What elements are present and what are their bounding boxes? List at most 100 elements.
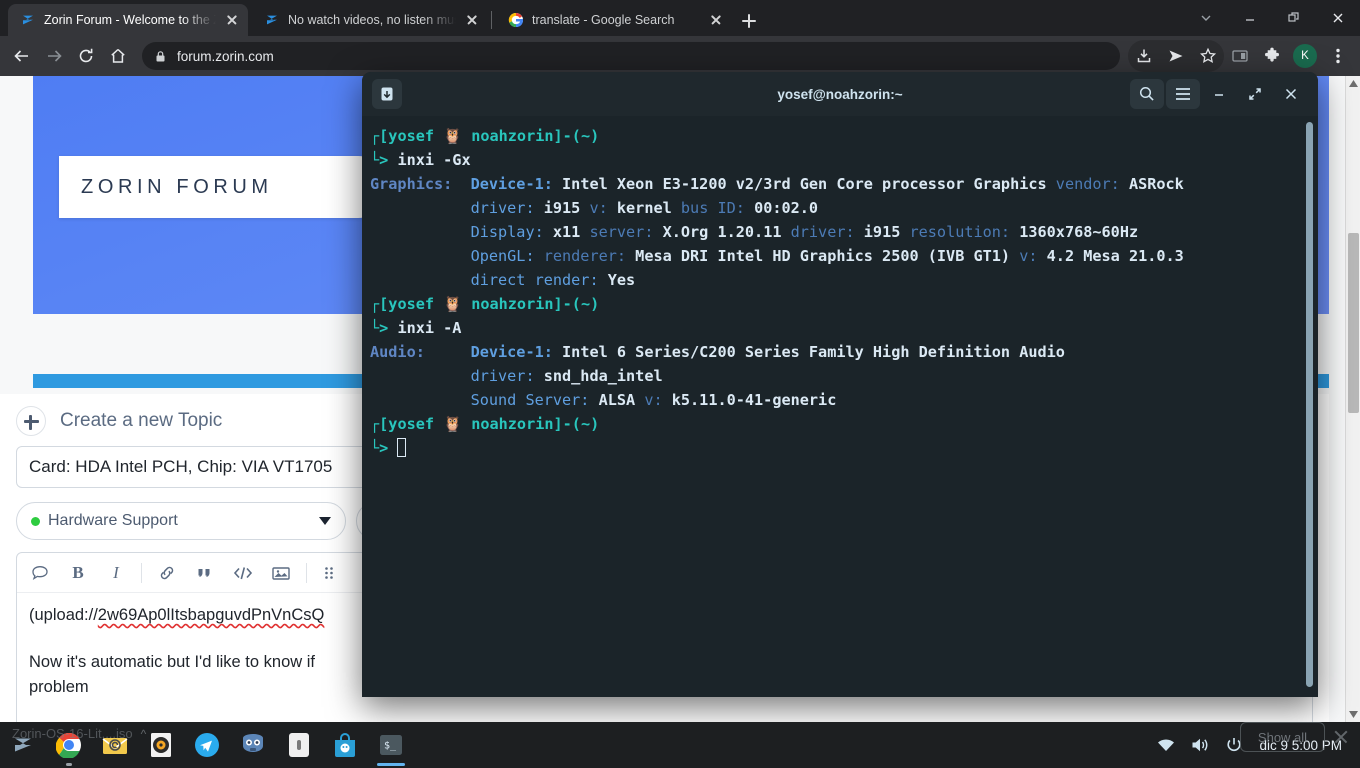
download-filename: Zorin-OS-16-Lit....iso bbox=[12, 726, 133, 741]
terminal-scrollbar[interactable] bbox=[1306, 122, 1313, 687]
terminal-output-line: OpenGL: renderer: Mesa DRI Intel HD Grap… bbox=[370, 247, 1184, 265]
close-icon[interactable] bbox=[708, 12, 724, 28]
share-icon[interactable] bbox=[1160, 40, 1192, 72]
terminal-cursor-line: └> bbox=[370, 436, 1318, 460]
telegram-icon[interactable] bbox=[184, 722, 230, 768]
terminal-output-line: driver: snd_hda_intel bbox=[370, 367, 663, 385]
bold-icon[interactable]: B bbox=[61, 558, 95, 588]
chat-icon[interactable] bbox=[23, 558, 57, 588]
plus-icon bbox=[16, 406, 46, 436]
page-title: ZORIN FORUM bbox=[81, 175, 273, 198]
cast-icon[interactable] bbox=[1224, 40, 1256, 72]
toolbar-divider bbox=[141, 562, 142, 583]
code-icon[interactable] bbox=[226, 558, 260, 588]
terminal-output-line: Graphics: Device-1: Intel Xeon E3-1200 v… bbox=[370, 175, 1184, 193]
url-text: forum.zorin.com bbox=[177, 48, 274, 64]
address-bar[interactable]: forum.zorin.com bbox=[142, 42, 1120, 70]
browser-toolbar: forum.zorin.com K bbox=[0, 36, 1360, 76]
new-tab-button[interactable] bbox=[736, 8, 762, 34]
tab-zorin-forum[interactable]: Zorin Forum - Welcome to the Zorin Forum bbox=[8, 4, 248, 36]
back-icon[interactable] bbox=[6, 40, 38, 72]
wifi-icon[interactable] bbox=[1151, 722, 1181, 768]
profile-avatar[interactable]: K bbox=[1293, 44, 1317, 68]
terminal-output[interactable]: ┌[yosef 🦉 noahzorin]-(~) └> inxi -Gx Graph… bbox=[362, 116, 1318, 697]
terminal-window-buttons bbox=[1130, 79, 1308, 109]
zorin-icon bbox=[20, 12, 36, 28]
download-item[interactable]: Zorin-OS-16-Lit....iso ^ bbox=[12, 726, 146, 741]
window-controls bbox=[1184, 0, 1360, 36]
tab-translate-google-search[interactable]: translate - Google Search bbox=[496, 4, 732, 36]
reload-icon[interactable] bbox=[70, 40, 102, 72]
terminal-output-line: Audio: Device-1: Intel 6 Series/C200 Ser… bbox=[370, 343, 1065, 361]
quote-icon[interactable] bbox=[188, 558, 222, 588]
italic-icon[interactable]: I bbox=[99, 558, 133, 588]
active-indicator bbox=[66, 763, 72, 766]
chevron-down-icon bbox=[319, 517, 331, 525]
toolbar-action-group bbox=[1128, 40, 1224, 72]
chevron-up-icon[interactable]: ^ bbox=[141, 727, 147, 741]
close-icon[interactable] bbox=[1332, 728, 1350, 746]
hamburger-menu-icon[interactable] bbox=[1166, 79, 1200, 109]
toolbar-divider bbox=[306, 562, 307, 583]
zorin-icon bbox=[264, 12, 280, 28]
forum-logo-pill[interactable]: ZORIN FORUM bbox=[59, 156, 389, 218]
show-all-downloads-button[interactable]: Show all bbox=[1240, 722, 1325, 752]
terminal-prompt-line: ┌[yosef 🦉 noahzorin]-(~) bbox=[370, 127, 600, 145]
page-scrollbar[interactable] bbox=[1345, 76, 1360, 722]
lock-icon bbox=[154, 50, 167, 63]
bookmark-star-icon[interactable] bbox=[1192, 40, 1224, 72]
chevron-down-icon[interactable] bbox=[1184, 0, 1228, 36]
terminal-command-line: └> inxi -Gx bbox=[370, 151, 471, 169]
terminal-prompt-line: ┌[yosef 🦉 noahzorin]-(~) bbox=[370, 415, 600, 433]
tab-no-watch-videos[interactable]: No watch videos, no listen music bbox=[252, 4, 488, 36]
godot-icon[interactable] bbox=[230, 722, 276, 768]
software-store-icon[interactable] bbox=[322, 722, 368, 768]
terminal-output-line: Display: x11 server: X.Org 1.20.11 drive… bbox=[370, 223, 1139, 241]
chrome-menu-icon[interactable] bbox=[1322, 40, 1354, 72]
home-icon[interactable] bbox=[102, 40, 134, 72]
category-color-dot bbox=[31, 516, 40, 526]
restore-icon[interactable] bbox=[1272, 0, 1316, 36]
terminal-window[interactable]: yosef@noahzorin:~ ┌[yosef 🦉 noahzorin]-(… bbox=[362, 72, 1318, 697]
google-icon bbox=[508, 12, 524, 28]
tab-title: Zorin Forum - Welcome to the Zorin Forum bbox=[44, 13, 216, 27]
list-icon[interactable] bbox=[315, 558, 349, 588]
link-icon[interactable] bbox=[150, 558, 184, 588]
close-icon[interactable] bbox=[1316, 0, 1360, 36]
minimize-icon[interactable] bbox=[1202, 79, 1236, 109]
files-icon[interactable] bbox=[276, 722, 322, 768]
terminal-icon[interactable]: $_ bbox=[368, 722, 414, 768]
taskbar: $_ dic 9 5:00 PM bbox=[0, 722, 1360, 768]
new-tab-icon[interactable] bbox=[372, 79, 402, 109]
minimize-icon[interactable] bbox=[1228, 0, 1272, 36]
tab-title: translate - Google Search bbox=[532, 13, 675, 27]
composer-heading: Create a new Topic bbox=[60, 410, 223, 431]
category-select[interactable]: Hardware Support bbox=[16, 502, 346, 540]
image-icon[interactable] bbox=[264, 558, 298, 588]
svg-text:$_: $_ bbox=[384, 741, 397, 752]
tab-separator bbox=[491, 11, 492, 29]
terminal-command-line: └> inxi -A bbox=[370, 319, 462, 337]
forward-icon[interactable] bbox=[38, 40, 70, 72]
upload-token: 2w69Ap0lItsbapguvdPnVnCsQ bbox=[97, 606, 325, 624]
tab-title: No watch videos, no listen music bbox=[288, 13, 456, 27]
terminal-prompt-line: ┌[yosef 🦉 noahzorin]-(~) bbox=[370, 295, 600, 313]
terminal-titlebar: yosef@noahzorin:~ bbox=[362, 72, 1318, 116]
terminal-output-line: direct render: Yes bbox=[370, 271, 636, 289]
search-icon[interactable] bbox=[1130, 79, 1164, 109]
volume-icon[interactable] bbox=[1185, 722, 1215, 768]
close-icon[interactable] bbox=[1274, 79, 1308, 109]
scrollbar-thumb[interactable] bbox=[1348, 233, 1359, 413]
close-icon[interactable] bbox=[224, 12, 240, 28]
scroll-up-arrow-icon[interactable] bbox=[1346, 76, 1360, 91]
active-indicator bbox=[377, 763, 405, 766]
scroll-down-arrow-icon[interactable] bbox=[1346, 707, 1360, 722]
tab-strip: Zorin Forum - Welcome to the Zorin Forum… bbox=[0, 0, 1360, 36]
terminal-output-line: Sound Server: ALSA v: k5.11.0-41-generic bbox=[370, 391, 837, 409]
download-icon[interactable] bbox=[1128, 40, 1160, 72]
text-cursor bbox=[397, 438, 407, 457]
maximize-icon[interactable] bbox=[1238, 79, 1272, 109]
extensions-icon[interactable] bbox=[1256, 40, 1288, 72]
category-label: Hardware Support bbox=[48, 512, 178, 529]
close-icon[interactable] bbox=[464, 12, 480, 28]
